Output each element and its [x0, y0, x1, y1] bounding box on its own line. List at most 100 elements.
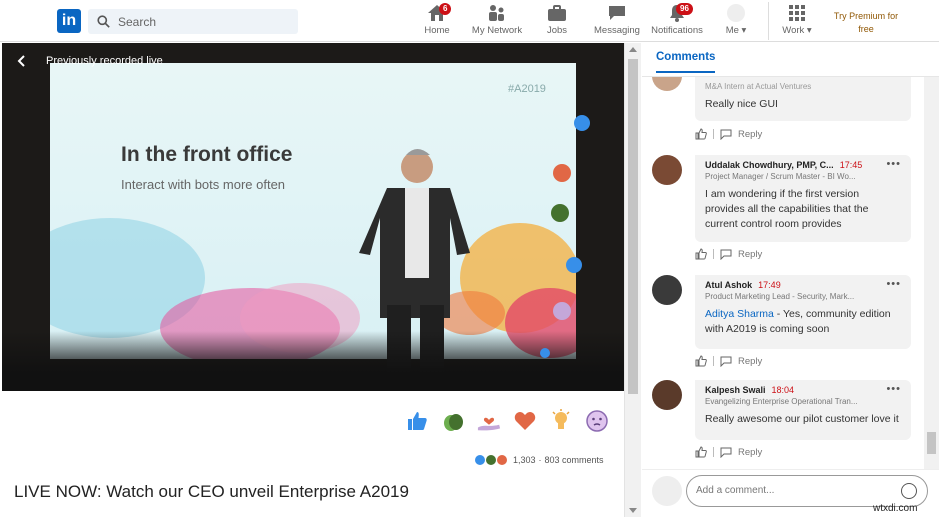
action-divider: [713, 447, 714, 457]
engagement-counts[interactable]: 1,303 · 803 comments: [475, 455, 604, 465]
clapping-hands-icon: [444, 414, 463, 431]
avatar-icon: [727, 4, 745, 22]
search-input[interactable]: Search: [118, 15, 156, 29]
commenter-avatar[interactable]: [652, 380, 682, 410]
comment-time: 18:04: [771, 385, 795, 395]
message-icon: [609, 6, 625, 20]
reply-icon: [720, 447, 732, 458]
tab-comments[interactable]: Comments: [656, 51, 716, 73]
search-box[interactable]: Search: [88, 9, 298, 34]
commenter-name[interactable]: Atul Ashok 17:49: [705, 280, 901, 290]
comment-text: I am wondering if the first version prov…: [705, 188, 869, 230]
back-arrow-icon[interactable]: [16, 55, 28, 67]
comments-tabs: Comments: [642, 43, 939, 77]
curious-reaction-button[interactable]: [585, 408, 609, 434]
linkedin-live-page: in Search 6 Home My Network Jobs Messagi…: [0, 0, 939, 517]
like-outline-icon[interactable]: [695, 248, 707, 260]
comment-bubble: Uddalak Chowdhury, PMP, C... 17:45 Projec…: [695, 155, 911, 242]
nav-messaging-label: Messaging: [594, 25, 640, 36]
floating-reactions: [540, 115, 590, 358]
reply-icon: [720, 356, 732, 367]
nav-work[interactable]: Work ▾: [779, 4, 815, 38]
commenter-role: Product Marketing Lead - Security, Mark.…: [705, 292, 855, 301]
reply-button[interactable]: Reply: [738, 249, 762, 260]
main-scrollbar[interactable]: [624, 43, 641, 517]
like-outline-icon[interactable]: [695, 446, 707, 458]
live-video-player[interactable]: #A2019 In the front office Interact with…: [2, 43, 624, 391]
like-outline-icon[interactable]: [695, 355, 707, 367]
commenter-name[interactable]: Kalpesh Swali 18:04: [705, 385, 901, 395]
action-divider: [713, 249, 714, 259]
comment-bubble: Atul Ashok 17:49 Product Marketing Lead -…: [695, 275, 911, 349]
commenter-role: M&A Intern at Actual Ventures: [705, 82, 812, 91]
like-reaction-button[interactable]: [405, 408, 429, 434]
reply-button[interactable]: Reply: [738, 129, 762, 140]
comment-count[interactable]: 803 comments: [545, 455, 604, 465]
watermark-text: wtxdi.com: [873, 503, 918, 514]
nav-my-network[interactable]: My Network: [468, 4, 526, 38]
reaction-buttons: [405, 408, 609, 434]
commenter-avatar[interactable]: [652, 275, 682, 305]
action-divider: [713, 356, 714, 366]
nav-notifications-label: Notifications: [651, 25, 703, 36]
commenter-role: Evangelizing Enterprise Operational Tran…: [705, 397, 858, 406]
comment-actions: Reply: [695, 446, 762, 458]
love-reaction-button[interactable]: [513, 408, 537, 434]
comment-list: M&A Intern at Actual Ventures Really nic…: [642, 77, 922, 475]
comment-time: 17:49: [758, 280, 781, 290]
nav-divider: [768, 2, 769, 40]
scroll-up-arrow[interactable]: [629, 47, 637, 52]
more-options-icon[interactable]: •••: [886, 278, 901, 290]
briefcase-icon: [548, 5, 566, 21]
comments-scrollbar-thumb[interactable]: [927, 432, 936, 454]
emoji-icon[interactable]: [901, 483, 917, 499]
comment-time: 17:45: [839, 160, 863, 170]
celebrate-reaction-button[interactable]: [441, 408, 465, 434]
commenter-avatar[interactable]: [652, 155, 682, 185]
reaction-count[interactable]: 1,303: [513, 455, 536, 465]
comments-scrollbar[interactable]: [924, 77, 939, 472]
notifications-badge: 96: [676, 3, 693, 15]
network-icon: [489, 5, 504, 21]
support-reaction-button[interactable]: [477, 408, 501, 434]
nav-home[interactable]: 6 Home: [418, 3, 456, 38]
more-options-icon[interactable]: •••: [886, 383, 901, 395]
nav-home-label: Home: [424, 25, 450, 36]
action-divider: [713, 129, 714, 139]
mention-link[interactable]: Aditya Sharma: [705, 308, 774, 320]
reply-icon: [720, 249, 732, 260]
nav-jobs[interactable]: Jobs: [540, 4, 574, 38]
reply-button[interactable]: Reply: [738, 447, 762, 458]
scroll-down-arrow[interactable]: [629, 508, 637, 513]
top-nav: in Search 6 Home My Network Jobs Messagi…: [0, 0, 939, 42]
celebrate-count-icon: [486, 455, 496, 465]
nav-messaging[interactable]: Messaging: [592, 4, 642, 38]
nav-me-label: Me ▾: [725, 25, 747, 36]
like-count-icon: [475, 455, 485, 465]
commenter-role: Project Manager / Scrum Master - BI Wo..…: [705, 172, 856, 181]
nav-notifications[interactable]: 96 Notifications: [650, 3, 704, 38]
home-badge: 6: [439, 3, 452, 15]
nav-my-network-label: My Network: [471, 25, 523, 36]
like-outline-icon[interactable]: [695, 128, 707, 140]
main-scrollbar-thumb[interactable]: [628, 59, 638, 394]
comment-text: Aditya Sharma - Yes, community edition w…: [705, 308, 891, 335]
commenter-avatar[interactable]: [652, 77, 682, 91]
insightful-reaction-button[interactable]: [549, 408, 573, 434]
comment-bubble: M&A Intern at Actual Ventures Really nic…: [695, 77, 911, 121]
my-avatar: [652, 476, 682, 506]
commenter-name[interactable]: Uddalak Chowdhury, PMP, C... 17:45: [705, 160, 901, 170]
comment-text: Really awesome our pilot customer love i…: [705, 413, 899, 425]
try-premium-link[interactable]: Try Premium for free: [826, 10, 906, 36]
nav-me[interactable]: Me ▾: [720, 4, 752, 38]
previously-recorded-header: Previously recorded live: [16, 55, 163, 67]
previously-recorded-label: Previously recorded live: [46, 55, 163, 67]
love-count-icon: [497, 455, 507, 465]
nav-work-label: Work ▾: [782, 25, 812, 36]
comments-panel: Comments M&A Intern at Actual Ventures R…: [642, 43, 939, 517]
grid-icon: [789, 5, 805, 21]
comment-actions: Reply: [695, 355, 762, 367]
more-options-icon[interactable]: •••: [886, 158, 901, 170]
reply-button[interactable]: Reply: [738, 356, 762, 367]
linkedin-logo[interactable]: in: [57, 9, 81, 33]
